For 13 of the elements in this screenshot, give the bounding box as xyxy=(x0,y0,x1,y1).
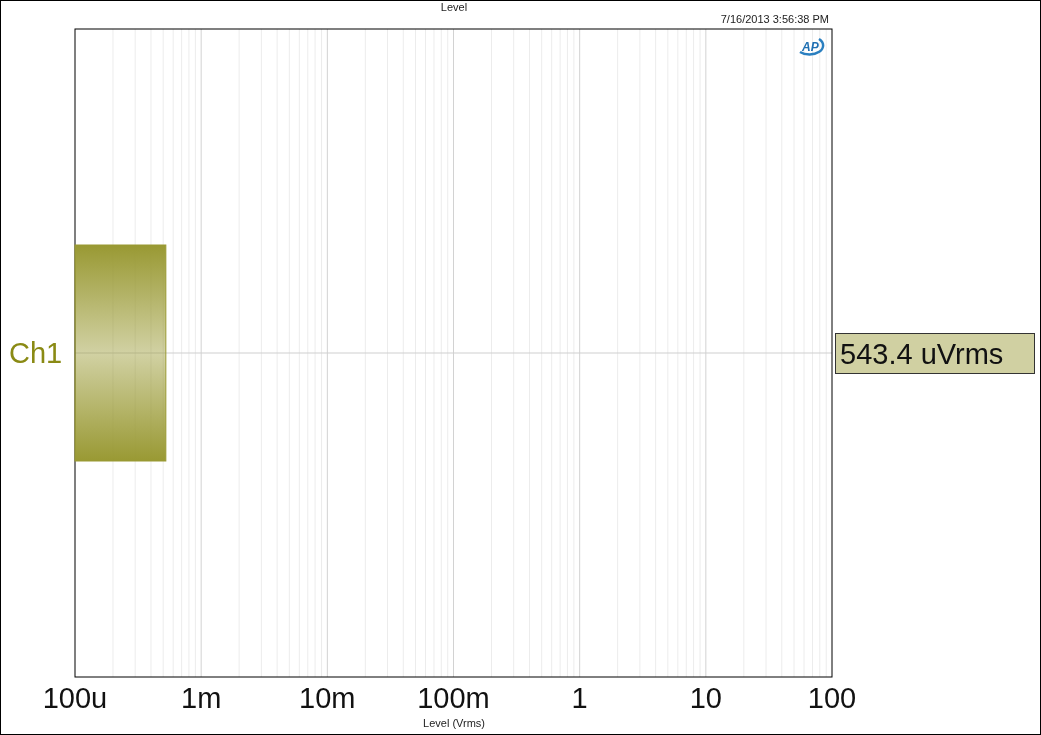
axis-tick-label: 10m xyxy=(299,682,356,714)
chart-title: Level xyxy=(440,1,468,13)
ap-logo: AP xyxy=(799,38,825,56)
axis-tick-label: 100 xyxy=(807,682,857,714)
level-readout: 543.4 uVrms xyxy=(835,333,1035,374)
axis-tick-label: 100m xyxy=(417,682,490,714)
axis-tick-label: 1 xyxy=(571,682,588,714)
axis-tick-label: 10 xyxy=(689,682,722,714)
channel-label: Ch1 xyxy=(9,337,63,369)
axis-title: Level (Vrms) xyxy=(423,717,485,729)
axis-tick-label: 1m xyxy=(181,682,222,714)
axis-tick-label: 100u xyxy=(42,682,108,714)
timestamp: 7/16/2013 3:56:38 PM xyxy=(720,13,829,25)
